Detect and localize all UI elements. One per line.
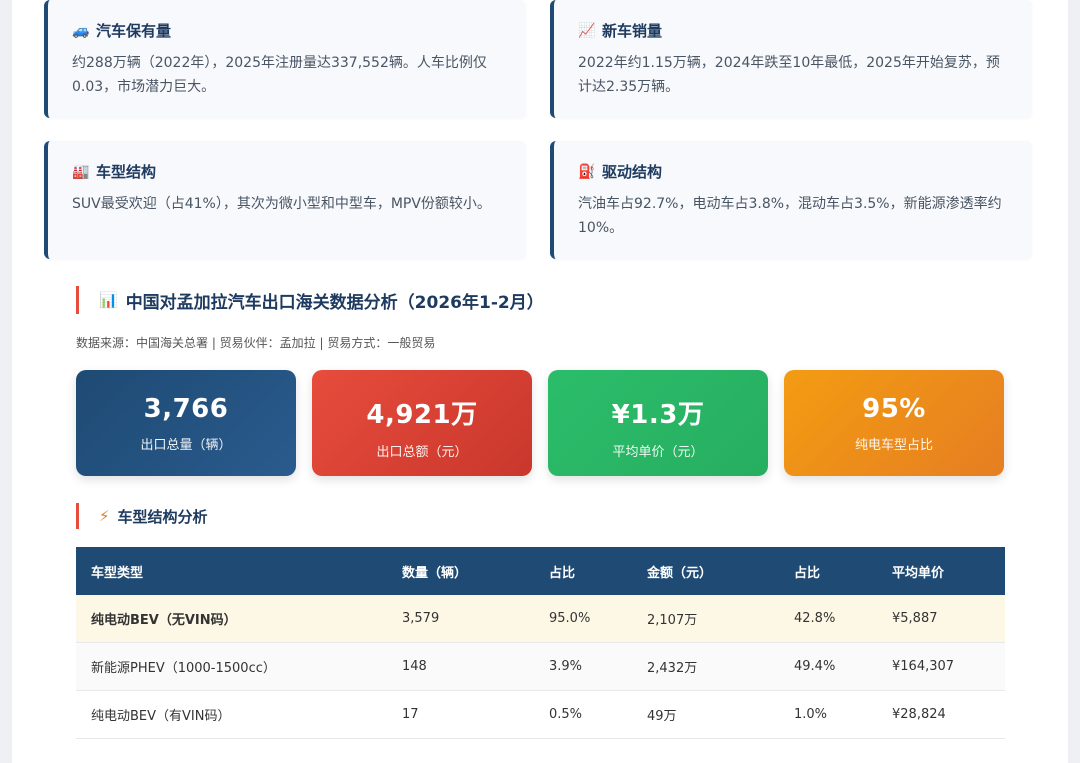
column-header: 占比 bbox=[534, 547, 632, 595]
table-cell: 3,579 bbox=[387, 595, 534, 643]
info-card-model-structure: 🏭 车型结构 SUV最受欢迎（占41%），其次为微小型和中型车，MPV份额较小。 bbox=[44, 141, 526, 259]
kpi-card-export-volume: 3,766 出口总量（辆） bbox=[76, 370, 296, 476]
table-cell: 0.5% bbox=[534, 690, 632, 739]
card-title: 🏭 车型结构 bbox=[72, 161, 506, 182]
card-title-text: 车型结构 bbox=[96, 163, 157, 181]
kpi-label: 纯电车型占比 bbox=[854, 438, 933, 453]
column-header: 平均单价 bbox=[877, 547, 1005, 595]
kpi-card-bev-share: 95% 纯电车型占比 bbox=[784, 370, 1004, 476]
table-row: 纯电动BEV（无VIN码） 3,579 95.0% 2,107万 42.8% ¥… bbox=[76, 595, 1005, 643]
car-icon: 🚙 bbox=[72, 22, 90, 39]
report-page: 🚙 汽车保有量 约288万辆（2022年），2025年注册量达337,552辆。… bbox=[12, 0, 1068, 763]
table-cell: 49.4% bbox=[779, 642, 877, 691]
table-header-row: 车型类型 数量（辆） 占比 金额（元） 占比 平均单价 bbox=[76, 547, 1005, 595]
card-title: 📈 新车销量 bbox=[578, 20, 1012, 41]
model-structure-table: 车型类型 数量（辆） 占比 金额（元） 占比 平均单价 纯电动BEV（无VIN码… bbox=[76, 547, 1005, 739]
column-header: 数量（辆） bbox=[387, 547, 534, 595]
card-body: 2022年约1.15万辆，2024年跌至10年最低，2025年开始复苏，预计达2… bbox=[578, 55, 1000, 95]
data-source-note: 数据来源：中国海关总署 | 贸易伙伴：孟加拉 | 贸易方式：一般贸易 bbox=[76, 336, 436, 350]
card-body: 汽油车占92.7%，电动车占3.8%，混动车占3.5%，新能源渗透率约10%。 bbox=[578, 196, 1002, 236]
card-title: ⛽ 驱动结构 bbox=[578, 161, 1012, 182]
card-title-text: 新车销量 bbox=[602, 22, 663, 40]
section-title-text: 中国对孟加拉汽车出口海关数据分析（2026年1-2月） bbox=[125, 292, 544, 313]
table-cell: 95.0% bbox=[534, 595, 632, 643]
card-title-text: 驱动结构 bbox=[602, 163, 663, 181]
kpi-card-export-amount: 4,921万 出口总额（元） bbox=[312, 370, 532, 476]
table-cell: 148 bbox=[387, 642, 534, 691]
table-cell: 17 bbox=[387, 690, 534, 739]
table-row: 纯电动BEV（有VIN码） 17 0.5% 49万 1.0% ¥28,824 bbox=[76, 690, 1005, 739]
section-title-text: 车型结构分析 bbox=[117, 507, 208, 526]
table-cell: 3.9% bbox=[534, 642, 632, 691]
table-cell: 2,432万 bbox=[632, 642, 779, 691]
table-cell: 纯电动BEV（有VIN码） bbox=[76, 690, 387, 739]
table-row: 新能源PHEV（1000-1500cc） 148 3.9% 2,432万 49.… bbox=[76, 642, 1005, 691]
card-body: SUV最受欢迎（占41%），其次为微小型和中型车，MPV份额较小。 bbox=[72, 196, 491, 212]
table-cell: ¥28,824 bbox=[877, 690, 1005, 739]
kpi-label: 出口总量（辆） bbox=[140, 438, 232, 453]
card-title: 🚙 汽车保有量 bbox=[72, 20, 506, 41]
info-card-new-sales: 📈 新车销量 2022年约1.15万辆，2024年跌至10年最低，2025年开始… bbox=[550, 0, 1032, 118]
table-cell: 2,107万 bbox=[632, 595, 779, 643]
kpi-card-average-price: ¥1.3万 平均单价（元） bbox=[548, 370, 768, 476]
column-header: 金额（元） bbox=[632, 547, 779, 595]
bar-chart-icon: 📊 bbox=[99, 291, 118, 309]
kpi-value: 4,921万 bbox=[366, 400, 478, 430]
factory-icon: 🏭 bbox=[72, 163, 90, 180]
card-body: 约288万辆（2022年），2025年注册量达337,552辆。人车比例仅0.0… bbox=[72, 55, 487, 95]
section-accent-bar bbox=[76, 503, 79, 529]
info-card-drive-structure: ⛽ 驱动结构 汽油车占92.7%，电动车占3.8%，混动车占3.5%，新能源渗透… bbox=[550, 141, 1032, 259]
kpi-label: 出口总额（元） bbox=[376, 445, 468, 460]
section-accent-bar bbox=[76, 286, 79, 314]
table-cell: ¥164,307 bbox=[877, 642, 1005, 691]
table-cell: 新能源PHEV（1000-1500cc） bbox=[76, 642, 387, 691]
kpi-value: 95% bbox=[862, 394, 926, 424]
column-header: 占比 bbox=[779, 547, 877, 595]
kpi-value: 3,766 bbox=[143, 394, 229, 424]
table-cell: 42.8% bbox=[779, 595, 877, 643]
lightning-icon: ⚡ bbox=[99, 507, 110, 525]
section-title-model-structure: ⚡ 车型结构分析 bbox=[76, 503, 208, 529]
table-cell: 纯电动BEV（无VIN码） bbox=[76, 595, 387, 643]
section-title-customs-analysis: 📊 中国对孟加拉汽车出口海关数据分析（2026年1-2月） bbox=[76, 286, 544, 314]
kpi-value: ¥1.3万 bbox=[611, 400, 705, 430]
card-title-text: 汽车保有量 bbox=[96, 22, 172, 40]
table-cell: 1.0% bbox=[779, 690, 877, 739]
table-cell: 49万 bbox=[632, 690, 779, 739]
info-card-vehicle-stock: 🚙 汽车保有量 约288万辆（2022年），2025年注册量达337,552辆。… bbox=[44, 0, 526, 118]
kpi-label: 平均单价（元） bbox=[612, 445, 704, 460]
fuel-pump-icon: ⛽ bbox=[578, 163, 596, 180]
chart-up-icon: 📈 bbox=[578, 22, 596, 39]
column-header: 车型类型 bbox=[76, 547, 387, 595]
table-cell: ¥5,887 bbox=[877, 595, 1005, 643]
